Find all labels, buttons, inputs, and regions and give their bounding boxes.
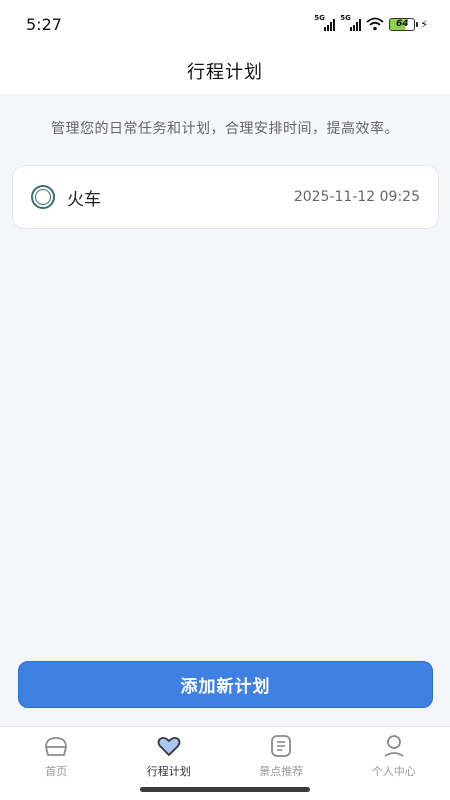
plan-card[interactable]: 火车 2025-11-12 09:25 <box>12 165 439 229</box>
signal-icon: 5G <box>314 14 336 31</box>
battery-icon: 64 <box>389 17 419 31</box>
charging-icon: ⚡ <box>420 17 428 31</box>
wifi-icon <box>366 17 384 31</box>
user-icon <box>384 735 404 757</box>
status-time: 5:27 <box>26 14 62 34</box>
plan-checkbox[interactable] <box>31 185 55 209</box>
home-indicator <box>140 787 310 792</box>
network-type-label: 5G <box>314 14 325 22</box>
list-icon <box>271 735 292 757</box>
page-title: 行程计划 <box>187 62 263 83</box>
page-description: 管理您的日常任务和计划，合理安排时间，提高效率。 <box>51 121 399 137</box>
plan-title: 火车 <box>67 189 101 210</box>
tab-label: 个人中心 <box>371 765 416 778</box>
network-type-label: 5G <box>340 14 351 22</box>
battery-level: 64 <box>396 19 409 29</box>
tab-label: 首页 <box>45 765 68 778</box>
tab-label: 行程计划 <box>146 765 191 778</box>
tab-home[interactable]: 首页 <box>0 727 113 800</box>
add-plan-button[interactable]: 添加新计划 <box>18 661 433 708</box>
tab-label: 景点推荐 <box>259 765 304 778</box>
heart-icon <box>157 736 181 756</box>
tab-profile[interactable]: 个人中心 <box>338 727 450 800</box>
signal-icon: 5G <box>340 14 362 31</box>
plan-time: 2025-11-12 09:25 <box>293 189 420 205</box>
status-icons: 5G 5G 64 ⚡ <box>314 14 428 31</box>
status-bar: 5:27 5G 5G 64 ⚡ <box>0 0 450 48</box>
page-header: 行程计划 <box>0 48 450 94</box>
home-icon <box>45 737 68 756</box>
